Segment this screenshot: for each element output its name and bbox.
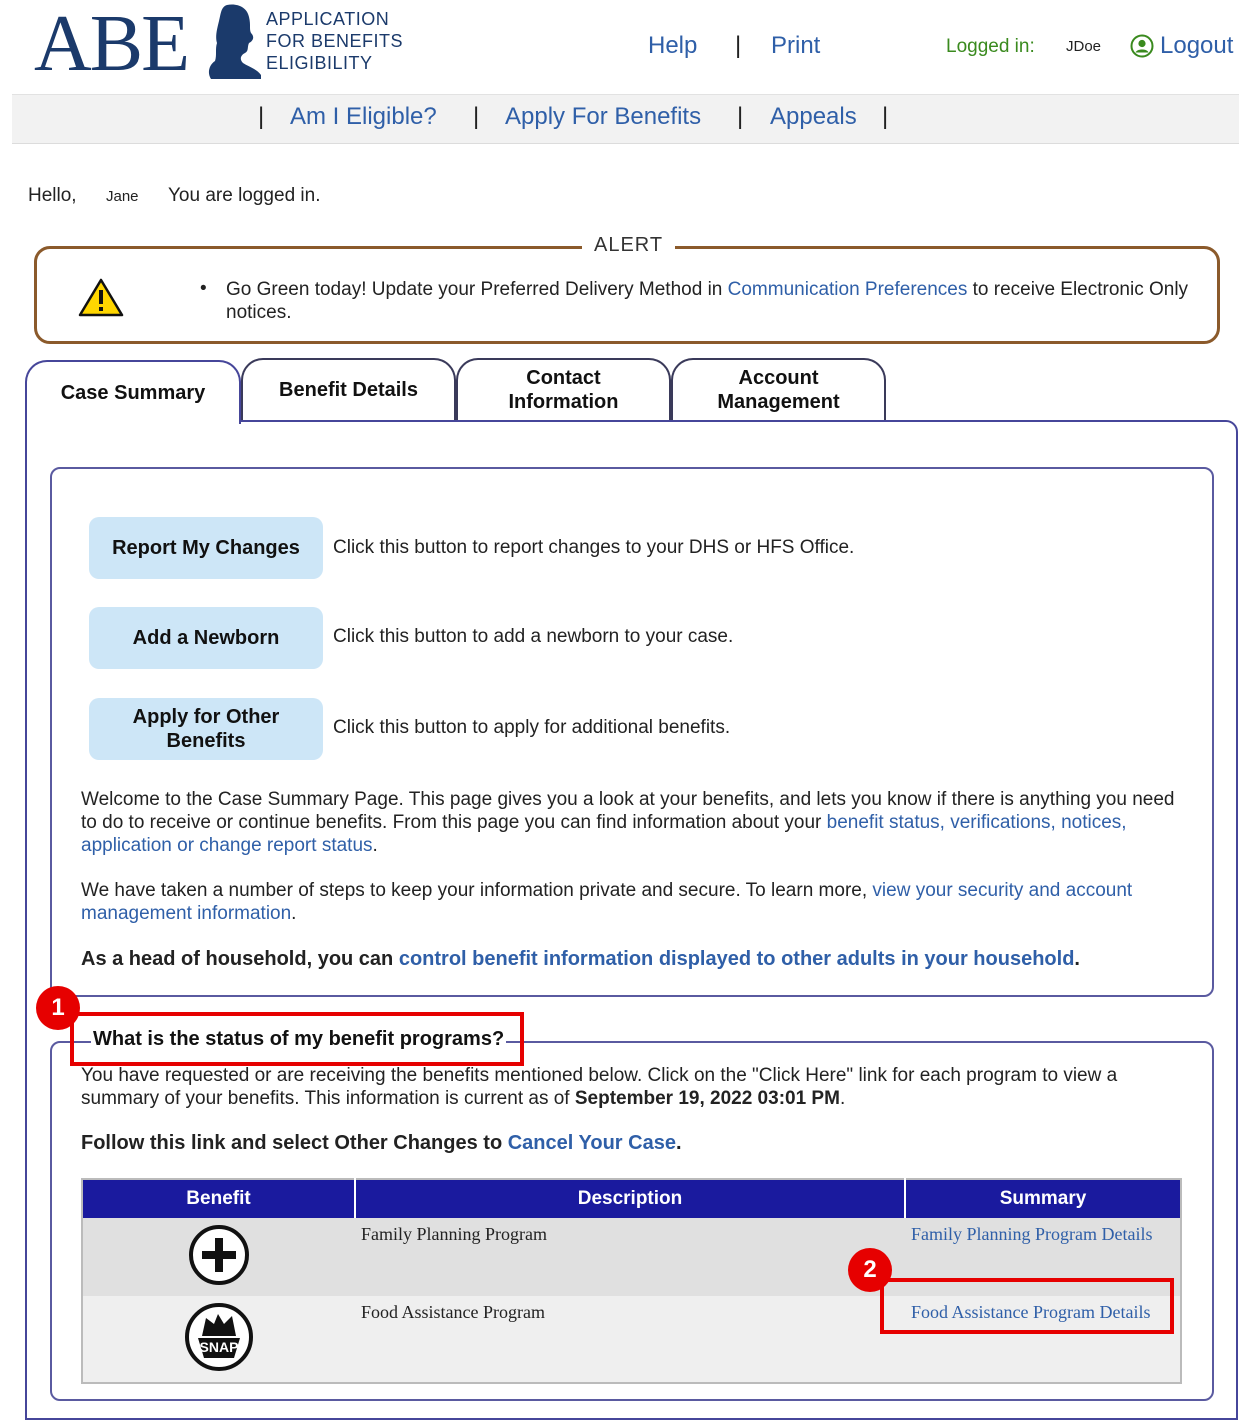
nav-appeals[interactable]: Appeals: [770, 103, 857, 131]
report-my-changes-button[interactable]: Report My Changes: [89, 517, 323, 579]
col-header-summary: Summary: [905, 1179, 1181, 1218]
nav-separator: |: [473, 103, 480, 130]
benefit-cell: SNAP: [82, 1296, 355, 1383]
annotation-marker-2: 2: [848, 1248, 892, 1292]
report-changes-description: Click this button to report changes to y…: [333, 537, 855, 558]
nav-separator: |: [882, 103, 889, 130]
add-newborn-button[interactable]: Add a Newborn: [89, 607, 323, 669]
logout-link[interactable]: Logout: [1130, 32, 1233, 60]
alert-message: Go Green today! Update your Preferred De…: [226, 279, 1189, 323]
abe-logo[interactable]: ABE: [34, 4, 190, 84]
alert-bullet: •: [200, 278, 207, 299]
col-header-description: Description: [355, 1179, 906, 1218]
cancel-case-text: Follow this link and select Other Change…: [81, 1132, 682, 1154]
header-separator: |: [735, 32, 742, 59]
description-cell: Food Assistance Program: [355, 1296, 905, 1383]
status-text: You have requested or are receiving the …: [81, 1065, 1118, 1109]
logout-label: Logout: [1160, 32, 1234, 59]
household-control-link[interactable]: control benefit information displayed to…: [399, 948, 1075, 970]
apply-other-benefits-button[interactable]: Apply for Other Benefits: [89, 698, 323, 760]
security-text: We have taken a number of steps to keep …: [81, 880, 1133, 924]
svg-text:SNAP: SNAP: [200, 1339, 239, 1355]
tab-benefit-details[interactable]: Benefit Details: [241, 358, 456, 420]
add-newborn-description: Click this button to add a newborn to yo…: [333, 626, 734, 647]
user-circle-icon: [1130, 34, 1154, 58]
status-date: September 19, 2022 03:01 PM: [574, 1088, 840, 1109]
logged-in-label: Logged in:: [946, 36, 1035, 57]
nav-apply-for-benefits[interactable]: Apply For Benefits: [505, 103, 701, 131]
warning-icon: [78, 278, 124, 317]
lincoln-silhouette-icon: [208, 4, 261, 79]
welcome-text: Welcome to the Case Summary Page. This p…: [81, 789, 1175, 856]
greeting-name: Jane: [106, 188, 139, 205]
active-tab-joiner: [27, 418, 239, 424]
tab-case-summary[interactable]: Case Summary: [25, 360, 241, 424]
communication-preferences-link[interactable]: Communication Preferences: [728, 279, 968, 300]
apply-other-description: Click this button to apply for additiona…: [333, 717, 731, 738]
nav-separator: |: [737, 103, 744, 130]
nav-am-i-eligible[interactable]: Am I Eligible?: [290, 103, 437, 131]
benefit-cell: [82, 1218, 355, 1296]
help-link[interactable]: Help: [648, 32, 697, 60]
description-cell: Family Planning Program: [355, 1218, 905, 1296]
nav-separator: |: [258, 103, 265, 130]
snap-icon: SNAP: [185, 1302, 253, 1371]
logged-in-username: JDoe: [1066, 38, 1102, 55]
status-heading: What is the status of my benefit program…: [91, 1028, 507, 1051]
annotation-box-2: [880, 1278, 1174, 1334]
plus-circle-icon: [189, 1224, 249, 1285]
print-link[interactable]: Print: [771, 32, 820, 60]
alert-title: ALERT: [582, 234, 676, 257]
greeting-hello: Hello,: [28, 185, 77, 206]
tab-account-management[interactable]: Account Management: [671, 358, 886, 420]
tab-contact-information[interactable]: Contact Information: [456, 358, 671, 420]
annotation-marker-1: 1: [36, 986, 80, 1030]
logo-subtitle: APPLICATION FOR BENEFITS ELIGIBILITY: [266, 9, 404, 73]
household-text: As a head of household, you can control …: [81, 948, 1080, 970]
col-header-benefit: Benefit: [82, 1179, 356, 1218]
cancel-case-link[interactable]: Cancel Your Case: [508, 1132, 676, 1154]
greeting-status: You are logged in.: [168, 185, 321, 206]
